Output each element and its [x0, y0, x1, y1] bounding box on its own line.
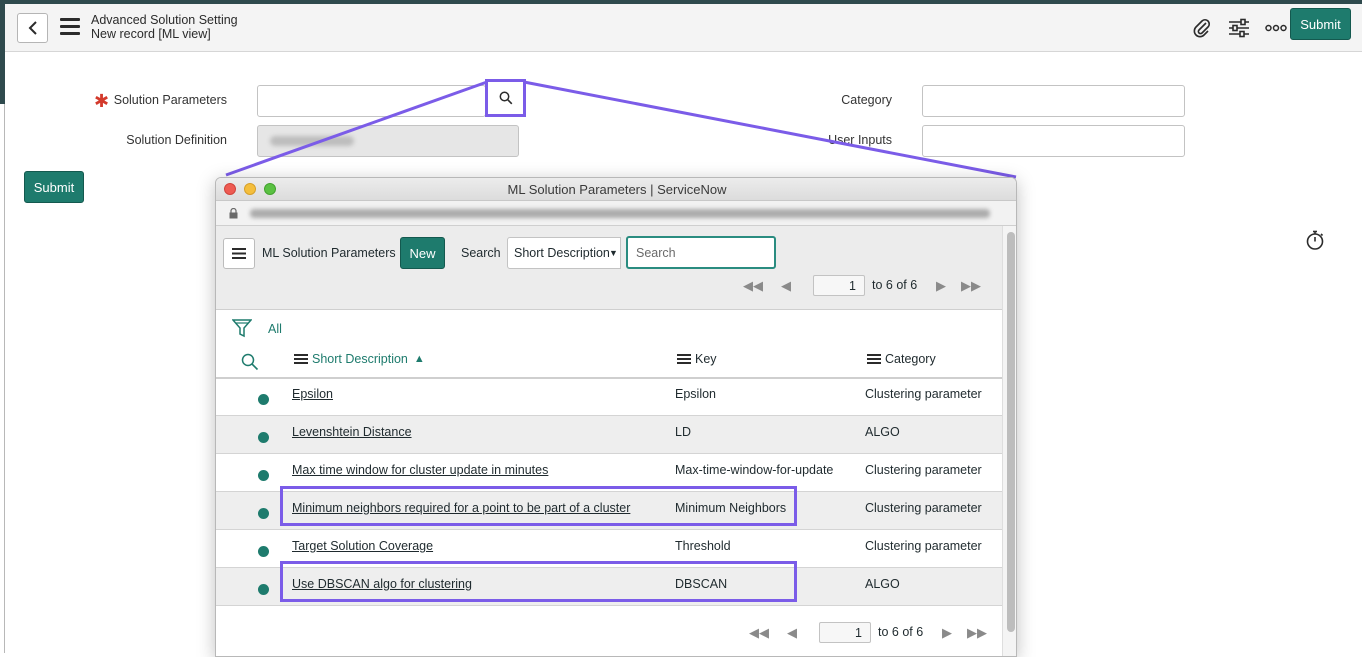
scroll-thumb[interactable]	[1007, 232, 1015, 632]
user-inputs-field[interactable]	[922, 125, 1185, 157]
status-dot	[258, 470, 269, 481]
search-icon	[499, 91, 512, 105]
list-toolbar: ML Solution Parameters New Search Short …	[216, 226, 1002, 310]
list-title: ML Solution Parameters	[262, 246, 396, 260]
row-key: Epsilon	[675, 387, 716, 401]
row-category: Clustering parameter	[865, 501, 982, 515]
sort-ascending-icon: ▲	[413, 353, 425, 365]
category-field[interactable]	[922, 85, 1185, 117]
row-key: Max-time-window-for-update	[675, 463, 834, 477]
column-menu-icon[interactable]	[867, 354, 881, 364]
last-page-icon[interactable]: ▶▶	[967, 625, 987, 641]
blurred-url	[250, 209, 990, 218]
window-title: ML Solution Parameters | ServiceNow	[507, 182, 727, 197]
lock-icon	[229, 208, 238, 219]
left-border	[4, 104, 5, 653]
category-label: Category	[841, 93, 892, 107]
more-options-icon[interactable]	[1264, 17, 1288, 39]
row-category: Clustering parameter	[865, 387, 982, 401]
search-field-value: Short Description	[514, 246, 610, 260]
column-label: Category	[885, 352, 936, 366]
blurred-value	[270, 136, 354, 146]
column-menu-icon[interactable]	[294, 354, 308, 364]
context-menu-icon[interactable]	[60, 18, 80, 36]
table-row[interactable]: Epsilon Epsilon Clustering parameter	[216, 378, 1002, 416]
row-key: LD	[675, 425, 691, 439]
pagination-bottom: ◀◀ ◀ 1 to 6 of 6 ▶ ▶▶	[749, 622, 999, 644]
column-label: Short Description	[312, 352, 408, 366]
row-category: ALGO	[865, 425, 900, 439]
page-total: to 6 of 6	[878, 625, 924, 639]
column-search-icon[interactable]	[241, 353, 259, 371]
dropdown-arrow-icon: ▼	[609, 248, 618, 258]
solution-definition-field	[257, 125, 519, 157]
status-dot	[258, 432, 269, 443]
status-dot	[258, 546, 269, 557]
next-page-icon[interactable]: ▶	[942, 625, 952, 641]
search-field-select[interactable]: Short Description ▼	[507, 237, 621, 269]
page-input[interactable]: 1	[819, 622, 871, 643]
user-inputs-label: User Inputs	[828, 133, 892, 147]
window-titlebar: ML Solution Parameters | ServiceNow	[216, 178, 1016, 201]
new-button[interactable]: New	[400, 237, 445, 269]
chevron-left-icon	[28, 21, 37, 35]
column-label: Key	[695, 352, 717, 366]
row-category: ALGO	[865, 577, 900, 591]
search-input[interactable]	[626, 236, 776, 269]
status-dot	[258, 508, 269, 519]
status-dot	[258, 584, 269, 595]
paperclip-icon[interactable]	[1190, 17, 1214, 39]
settings-sliders-icon[interactable]	[1227, 17, 1251, 39]
form-subtitle: New record [ML view]	[91, 27, 211, 41]
page-input[interactable]: 1	[813, 275, 865, 296]
filter-all-link[interactable]: All	[268, 322, 282, 336]
form-title: Advanced Solution Setting	[91, 13, 238, 27]
column-menu-icon[interactable]	[677, 354, 691, 364]
scrollbar[interactable]	[1002, 226, 1016, 656]
url-bar	[216, 201, 1016, 226]
page-total: to 6 of 6	[872, 278, 918, 292]
hamburger-icon	[232, 248, 246, 259]
pagination-top: ◀◀ ◀ 1 to 6 of 6 ▶ ▶▶	[743, 275, 993, 297]
status-dot	[258, 394, 269, 405]
highlight-box	[280, 486, 797, 526]
row-link[interactable]: Max time window for cluster update in mi…	[292, 463, 548, 477]
row-key: Threshold	[675, 539, 731, 553]
solution-parameters-label: Solution Parameters	[113, 93, 227, 107]
submit-button-form[interactable]: Submit	[24, 171, 84, 203]
table-row[interactable]: Levenshtein Distance LD ALGO	[216, 416, 1002, 454]
row-link[interactable]: Target Solution Coverage	[292, 539, 433, 553]
lookup-button[interactable]	[485, 79, 526, 117]
solution-definition-label: Solution Definition	[126, 133, 227, 147]
next-page-icon[interactable]: ▶	[936, 278, 946, 294]
last-page-icon[interactable]: ▶▶	[961, 278, 981, 294]
first-page-icon[interactable]: ◀◀	[743, 278, 763, 294]
search-label: Search	[461, 246, 501, 260]
highlight-box	[280, 561, 797, 602]
prev-page-icon[interactable]: ◀	[781, 278, 791, 294]
filter-row: All	[216, 311, 1002, 345]
first-page-icon[interactable]: ◀◀	[749, 625, 769, 641]
popup-window: ML Solution Parameters | ServiceNow ML S…	[215, 177, 1017, 657]
list-menu-button[interactable]	[223, 238, 255, 269]
back-button[interactable]	[17, 13, 48, 43]
row-category: Clustering parameter	[865, 539, 982, 553]
row-category: Clustering parameter	[865, 463, 982, 477]
row-link[interactable]: Epsilon	[292, 387, 333, 401]
prev-page-icon[interactable]: ◀	[787, 625, 797, 641]
submit-button-header[interactable]: Submit	[1290, 8, 1351, 40]
filter-icon[interactable]	[232, 318, 252, 338]
column-category[interactable]: Category	[867, 352, 936, 366]
column-key[interactable]: Key	[677, 352, 717, 366]
form-header: Advanced Solution Setting New record [ML…	[5, 4, 1362, 52]
solution-parameters-field[interactable]	[257, 85, 486, 117]
stopwatch-icon[interactable]	[1304, 229, 1326, 251]
row-link[interactable]: Levenshtein Distance	[292, 425, 412, 439]
column-short-description[interactable]: Short Description ▲	[294, 352, 425, 366]
